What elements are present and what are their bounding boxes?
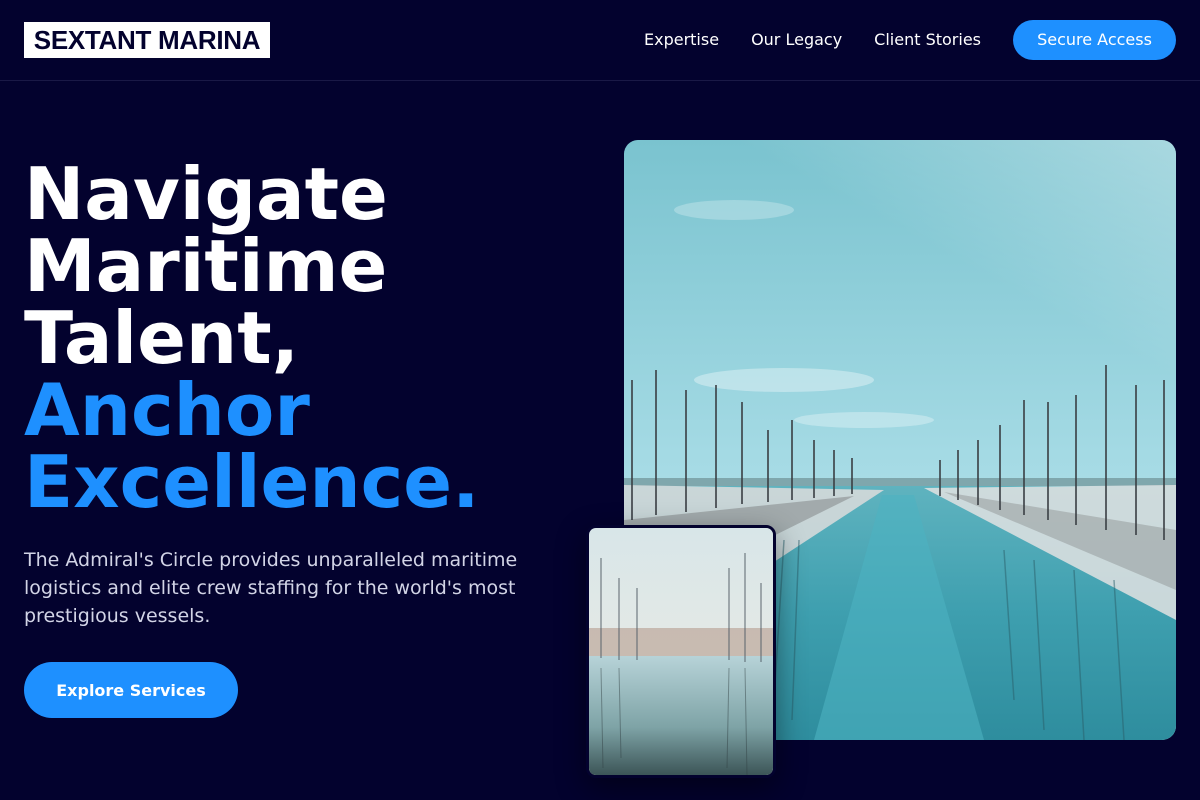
top-nav: SEXTANT MARINA Expertise Our Legacy Clie…: [0, 0, 1200, 81]
secure-access-button[interactable]: Secure Access: [1013, 20, 1176, 60]
harbor-reflection-photo: [586, 525, 776, 778]
nav-links: Expertise Our Legacy Client Stories Secu…: [644, 20, 1176, 60]
headline-accent-line: Excellence.: [24, 440, 480, 524]
headline-line: Navigate: [24, 152, 388, 236]
nav-link-client-stories[interactable]: Client Stories: [874, 20, 981, 60]
hero-description: The Admiral's Circle provides unparallel…: [24, 549, 518, 627]
headline-accent-line: Anchor: [24, 368, 310, 452]
explore-services-button[interactable]: Explore Services: [24, 662, 238, 718]
hero-headline: Navigate Maritime Talent, Anchor Excelle…: [24, 158, 584, 518]
brand-logo[interactable]: SEXTANT MARINA: [24, 22, 270, 58]
nav-link-expertise[interactable]: Expertise: [644, 20, 719, 60]
nav-link-our-legacy[interactable]: Our Legacy: [751, 20, 842, 60]
headline-line: Talent,: [24, 296, 299, 380]
headline-line: Maritime: [24, 224, 388, 308]
